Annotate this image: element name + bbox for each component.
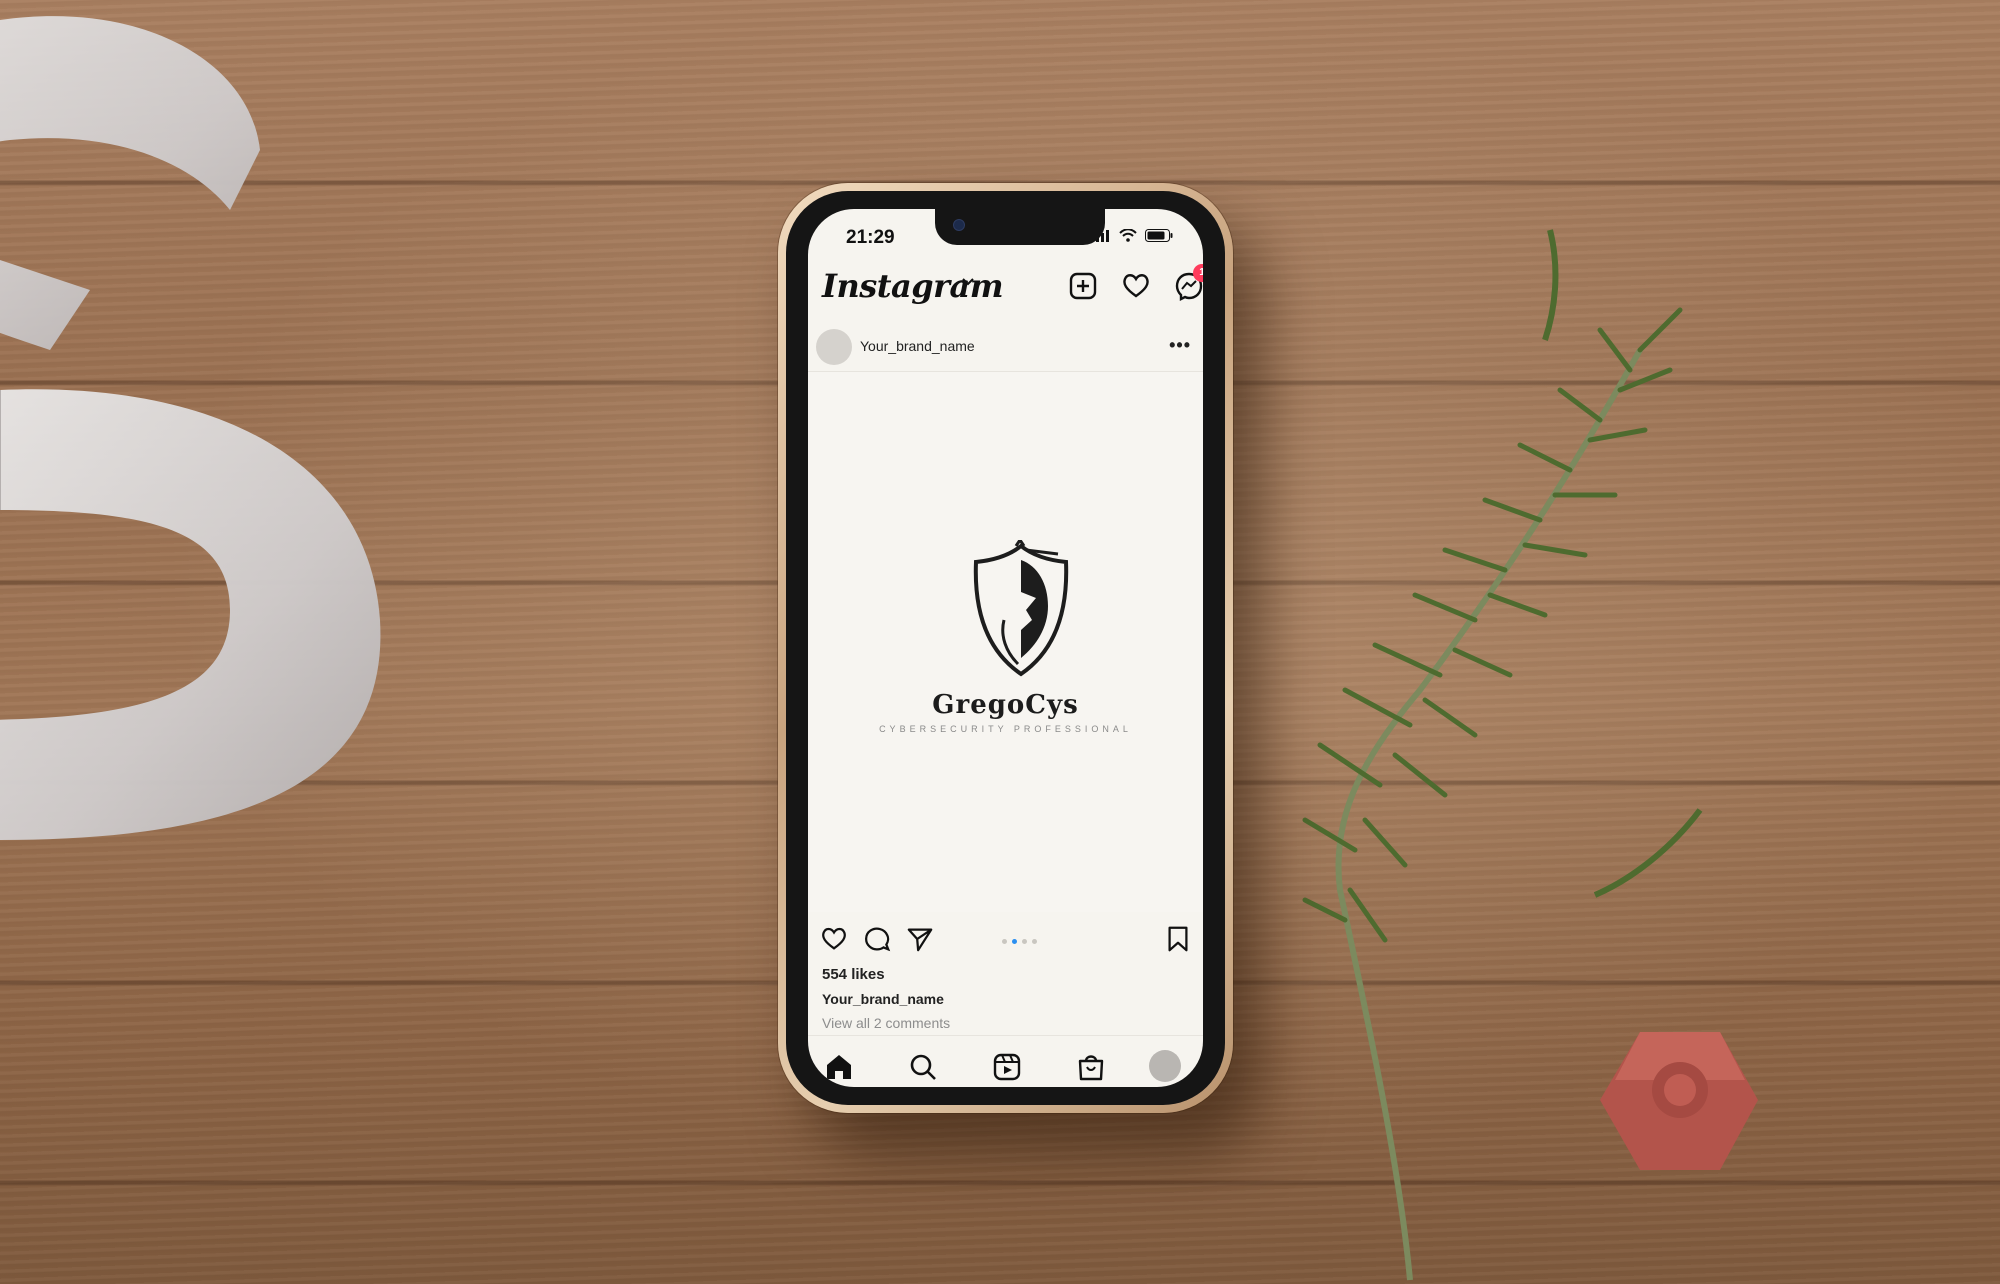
- status-time: 21:29: [846, 227, 895, 248]
- carousel-dot: [1032, 939, 1037, 944]
- battery-icon: [1145, 229, 1173, 242]
- notch: [935, 209, 1105, 245]
- post-image[interactable]: GregoCys CYBERSECURITY PROFESSIONAL: [808, 372, 1203, 912]
- post-actions: [808, 917, 1203, 961]
- post-header: Your_brand_name •••: [808, 327, 1203, 372]
- post-username[interactable]: Your_brand_name: [860, 338, 975, 354]
- spartan-shield-logo: [973, 540, 1069, 677]
- new-post-icon[interactable]: [1068, 271, 1098, 301]
- home-icon[interactable]: [822, 1050, 856, 1084]
- more-options-icon[interactable]: •••: [1169, 335, 1191, 356]
- shop-icon[interactable]: [1074, 1050, 1108, 1084]
- heart-icon[interactable]: [1121, 271, 1151, 301]
- front-camera: [953, 219, 965, 231]
- carousel-dot: [1022, 939, 1027, 944]
- notification-count: 1: [1199, 267, 1203, 278]
- smartphone: 21:29 Instagram 1 Your_brand_name ••• Gr…: [778, 183, 1233, 1113]
- caption-username[interactable]: Your_brand_name: [822, 991, 944, 1007]
- red-hex-eraser: [1600, 1032, 1758, 1170]
- wooden-table-background: 21:29 Instagram 1 Your_brand_name ••• Gr…: [0, 0, 2000, 1284]
- carousel-indicator: [1002, 939, 1037, 944]
- bottom-tab-bar: [808, 1035, 1203, 1087]
- instagram-header: Instagram 1: [808, 261, 1203, 313]
- wifi-icon: [1119, 229, 1137, 242]
- like-icon[interactable]: [820, 925, 848, 953]
- profile-avatar[interactable]: [1149, 1050, 1181, 1082]
- brand-name: GregoCys: [932, 690, 1079, 720]
- brand-tagline: CYBERSECURITY PROFESSIONAL: [879, 724, 1132, 734]
- reels-icon[interactable]: [990, 1050, 1024, 1084]
- chevron-down-icon[interactable]: [961, 277, 975, 287]
- likes-count[interactable]: 554 likes: [822, 966, 885, 983]
- carousel-dot: [1002, 939, 1007, 944]
- post-avatar[interactable]: [816, 329, 852, 365]
- instagram-logo[interactable]: Instagram: [822, 267, 1004, 305]
- comment-icon[interactable]: [863, 925, 891, 953]
- concrete-letter-s: [0, 16, 381, 840]
- bookmark-icon[interactable]: [1165, 925, 1191, 953]
- search-icon[interactable]: [906, 1050, 940, 1084]
- phone-bezel: 21:29 Instagram 1 Your_brand_name ••• Gr…: [786, 191, 1225, 1105]
- phone-screen: 21:29 Instagram 1 Your_brand_name ••• Gr…: [808, 209, 1203, 1087]
- share-icon[interactable]: [906, 925, 934, 953]
- view-comments-link[interactable]: View all 2 comments: [822, 1015, 950, 1031]
- carousel-dot-active: [1012, 939, 1017, 944]
